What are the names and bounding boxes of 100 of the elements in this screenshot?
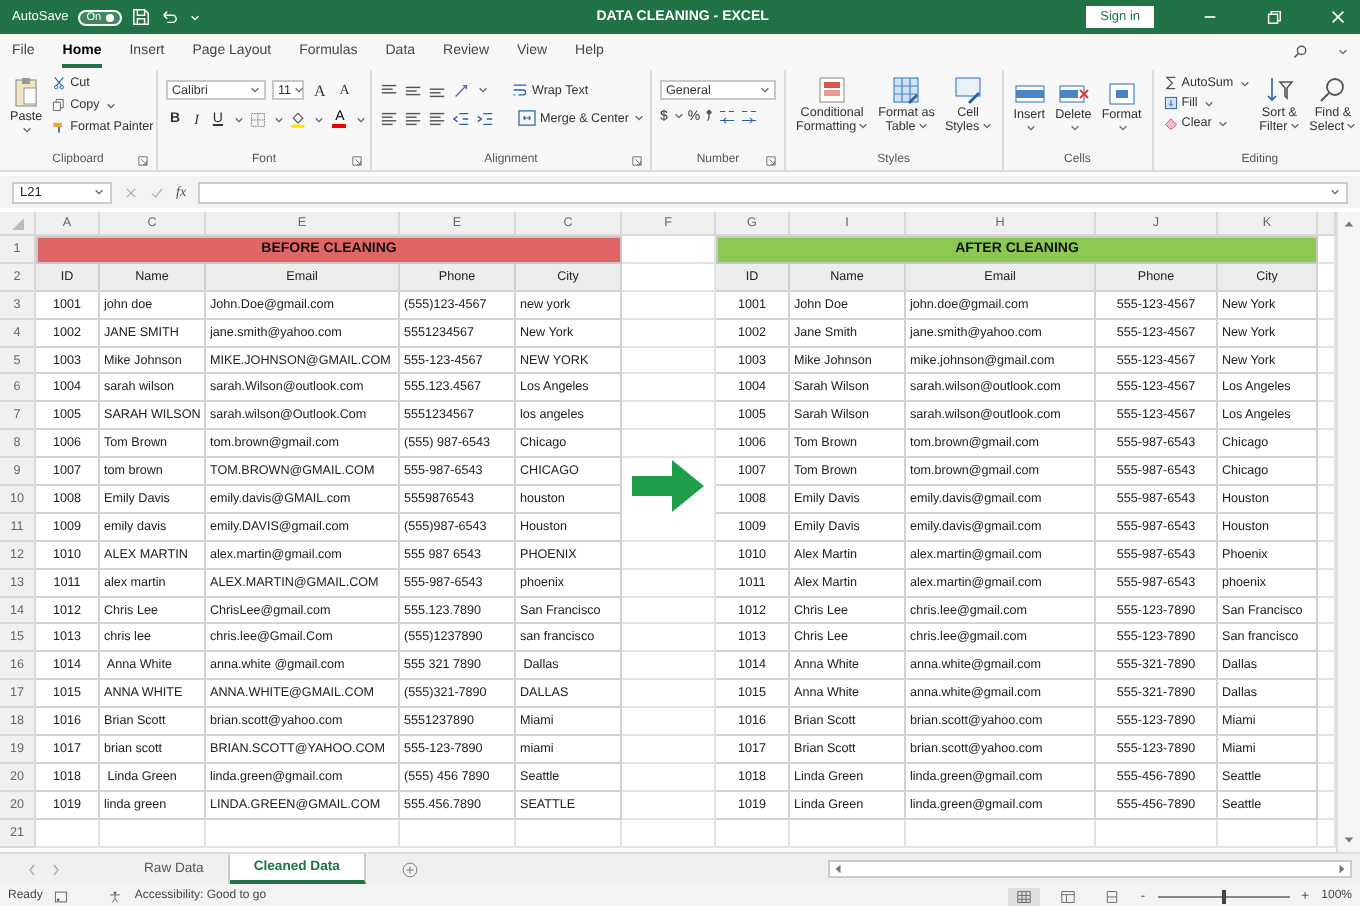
empty-cell[interactable] — [622, 791, 716, 820]
scroll-down-icon[interactable] — [1344, 836, 1354, 844]
caret-icon — [250, 86, 260, 94]
restore-icon[interactable] — [1264, 8, 1284, 26]
wrap-text-icon — [512, 82, 528, 98]
save-icon[interactable] — [131, 8, 150, 26]
conditional-format-icon — [816, 76, 849, 104]
caret-icon — [1289, 122, 1300, 131]
caret-icon — [858, 122, 869, 131]
caret-icon — [1330, 188, 1340, 196]
increase-decimal-icon[interactable] — [718, 108, 737, 124]
empty-cell[interactable] — [1318, 212, 1336, 236]
horizontal-scrollbar[interactable] — [828, 860, 1352, 878]
caret-icon — [94, 188, 104, 196]
decrease-decimal-icon[interactable] — [740, 108, 759, 124]
empty-cell[interactable] — [622, 736, 716, 764]
select-all-icon[interactable] — [11, 217, 23, 229]
empty-cell[interactable] — [400, 819, 516, 848]
caret-icon — [234, 115, 245, 123]
empty-cell[interactable] — [622, 763, 716, 792]
search-icon[interactable] — [1292, 44, 1308, 60]
empty-cell[interactable] — [1218, 819, 1318, 848]
previous-sheet-icon[interactable] — [28, 863, 36, 875]
delete-cells-icon — [1057, 82, 1090, 106]
dialog-launcher-icon[interactable] — [632, 155, 642, 165]
empty-cell[interactable] — [622, 430, 716, 459]
increase-font-button[interactable]: A — [310, 81, 330, 99]
empty-cell[interactable] — [622, 819, 716, 848]
scroll-left-icon[interactable] — [834, 864, 842, 874]
empty-cell[interactable] — [622, 652, 716, 681]
caret-icon — [1338, 48, 1348, 56]
empty-cell[interactable] — [790, 819, 906, 848]
empty-cell[interactable] — [100, 819, 206, 848]
cancel-icon[interactable] — [124, 185, 138, 199]
empty-cell[interactable] — [622, 597, 716, 625]
insert-cells-icon — [1013, 82, 1046, 106]
caret-icon — [981, 122, 992, 131]
increase-indent-icon[interactable] — [476, 109, 494, 127]
empty-cell[interactable] — [622, 347, 716, 375]
page-layout-icon — [1060, 889, 1077, 903]
align-right-icon[interactable] — [428, 109, 446, 127]
caret-icon — [1217, 119, 1228, 127]
comma-style-icon[interactable] — [704, 108, 715, 124]
caret-icon — [105, 101, 116, 109]
add-sheet-icon[interactable] — [401, 861, 418, 877]
caret-icon — [760, 86, 770, 94]
fill-down-icon — [1163, 96, 1178, 110]
caret-icon — [478, 86, 488, 94]
dialog-launcher-icon[interactable] — [138, 155, 148, 165]
caret-icon — [356, 115, 367, 123]
empty-cell[interactable] — [622, 513, 716, 542]
empty-cell[interactable] — [622, 569, 716, 598]
dialog-launcher-icon[interactable] — [352, 155, 363, 165]
vertical-scrollbar[interactable] — [1336, 212, 1360, 852]
cell-styles-icon — [952, 76, 985, 104]
orientation-icon[interactable] — [452, 81, 470, 99]
empty-cell[interactable] — [1096, 819, 1218, 848]
accessibility-icon[interactable] — [108, 889, 123, 903]
zoom-slider-thumb[interactable] — [1221, 889, 1226, 903]
sort-filter-icon — [1265, 76, 1294, 104]
view-button[interactable] — [1008, 887, 1041, 905]
empty-cell[interactable] — [206, 819, 400, 848]
format-table-icon — [890, 76, 923, 104]
copy-icon — [52, 98, 67, 112]
caret-icon — [314, 115, 325, 123]
borders-icon[interactable] — [250, 111, 267, 127]
merge-icon — [518, 110, 536, 126]
caret-icon — [1117, 124, 1128, 133]
empty-cell[interactable] — [906, 819, 1096, 848]
empty-cell[interactable] — [622, 541, 716, 570]
empty-cell[interactable] — [622, 402, 716, 431]
empty-cell[interactable] — [622, 319, 716, 348]
close-icon[interactable] — [1328, 8, 1348, 26]
empty-cell[interactable] — [622, 374, 716, 403]
align-center-icon[interactable] — [404, 109, 422, 127]
empty-cell[interactable] — [622, 708, 716, 737]
empty-cell[interactable] — [622, 291, 716, 320]
fill-color-icon[interactable] — [290, 110, 307, 128]
enter-icon[interactable] — [150, 185, 164, 199]
macro-record-icon[interactable] — [54, 889, 69, 903]
align-top-icon[interactable] — [380, 81, 398, 99]
caret-icon — [917, 122, 928, 131]
dialog-launcher-icon[interactable] — [766, 155, 776, 165]
caret-icon — [293, 86, 304, 94]
caret-icon — [1025, 124, 1036, 133]
scroll-up-icon[interactable] — [1344, 220, 1354, 228]
eraser-icon — [1163, 116, 1178, 130]
empty-cell[interactable] — [622, 680, 716, 709]
next-sheet-icon[interactable] — [52, 863, 60, 875]
empty-cell[interactable] — [716, 819, 790, 848]
align-middle-icon[interactable] — [404, 81, 422, 99]
undo-icon[interactable] — [159, 8, 178, 26]
formula-input[interactable] — [198, 181, 1348, 203]
normal-view-icon — [1016, 889, 1033, 903]
scissors-icon — [52, 76, 67, 90]
empty-cell[interactable] — [516, 819, 622, 848]
decrease-indent-icon[interactable] — [452, 109, 470, 127]
scroll-right-icon[interactable] — [1338, 864, 1346, 874]
align-left-icon[interactable] — [380, 109, 398, 127]
empty-cell[interactable] — [622, 624, 716, 653]
